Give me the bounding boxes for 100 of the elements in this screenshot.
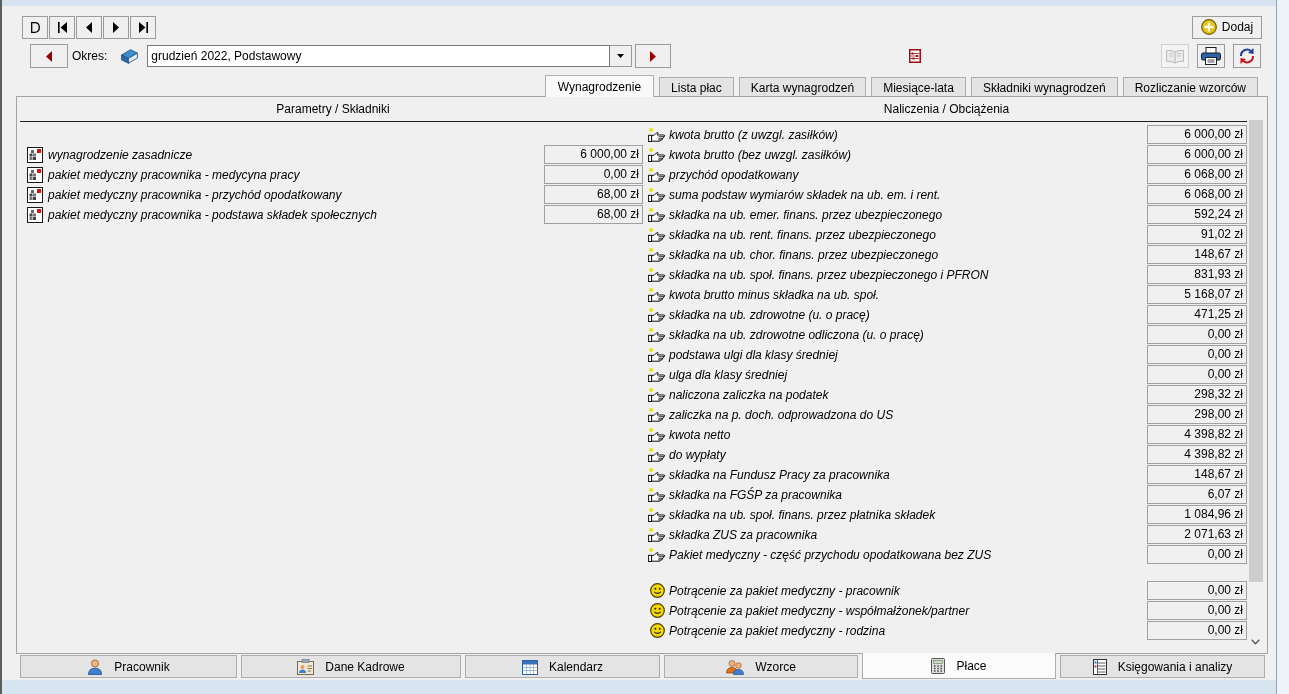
period-label: Okres: [72, 49, 108, 63]
skip-end-icon [138, 21, 148, 33]
triangle-right-icon [650, 50, 657, 62]
component-label: pakiet medyczny pracownika - przychód opodatkowany [48, 187, 342, 202]
hand-icon [648, 387, 666, 402]
charge-label: składka na ub. społ. finans. przez płatnika składek [669, 507, 936, 522]
hand-icon [648, 547, 666, 562]
component-icon [27, 166, 43, 183]
charge-label: kwota brutto (bez uwzgl. zasiłków) [669, 147, 852, 162]
module-tab[interactable]: Pracownik [20, 655, 237, 678]
charge-label: zaliczka na p. doch. odprowadzona do US [669, 407, 894, 422]
amount-field: 0,00 zł [1147, 545, 1247, 564]
next-period-button[interactable] [635, 44, 672, 68]
scrollbar-thumb[interactable] [1248, 120, 1263, 582]
smiley-icon [650, 623, 665, 638]
amount-field: 6 068,00 zł [1147, 165, 1247, 184]
charge-label: składka na FGŚP za pracownika [669, 487, 842, 502]
charge-label: kwota brutto minus składka na ub. społ. [669, 287, 880, 302]
hand-icon [648, 347, 666, 362]
first-record-button[interactable] [49, 15, 75, 39]
amount-field: 0,00 zł [1147, 621, 1247, 640]
smiley-icon [650, 583, 665, 598]
caret-down-icon [617, 54, 625, 58]
refresh-button[interactable] [1233, 44, 1261, 68]
triangle-left-icon [86, 21, 92, 33]
amount-field: 4 398,82 zł [1147, 425, 1247, 444]
hand-icon [648, 427, 666, 442]
amount-field: 831,93 zł [1147, 265, 1247, 284]
chevron-down-icon[interactable] [1251, 639, 1260, 645]
amount-field: 148,67 zł [1147, 245, 1247, 264]
amount-field: 6 068,00 zł [1147, 185, 1247, 204]
amount-field: 0,00 zł [1147, 581, 1247, 600]
add-button[interactable]: Dodaj [1192, 15, 1262, 39]
module-tab[interactable]: Dane Kadrowe [241, 655, 461, 678]
tab[interactable]: Miesiące-lata [871, 77, 966, 97]
amount-field: 0,00 zł [1147, 345, 1247, 364]
refresh-icon [1238, 47, 1256, 65]
new-record-button[interactable] [22, 15, 48, 39]
charge-label: składka ZUS za pracownika [669, 527, 818, 542]
amount-field: 1 084,96 zł [1147, 505, 1247, 524]
tab[interactable]: Składniki wynagrodzeń [970, 77, 1118, 97]
period-field[interactable]: grudzień 2022, Podstawowy [147, 45, 611, 67]
component-label: pakiet medyczny pracownika - medycyna pracy [48, 167, 300, 182]
charge-label: suma podstaw wymiarów składek na ub. em. i rent. [669, 187, 941, 202]
hand-icon [648, 207, 666, 222]
hand-icon [648, 487, 666, 502]
id-card-icon [297, 658, 315, 675]
print-button[interactable] [1197, 44, 1225, 68]
hand-icon [648, 467, 666, 482]
amount-field: 91,02 zł [1147, 225, 1247, 244]
hand-icon [648, 327, 666, 342]
column-header: Naliczenia / Obciążenia [883, 102, 1010, 116]
charge-label: składka na ub. emer. finans. przez ubezpieczonego [669, 207, 943, 222]
charge-label: składka na ub. zdrowotne (u. o pracę) [669, 307, 870, 322]
component-label: wynagrodzenie zasadnicze [48, 147, 193, 162]
charge-label: składka na Fundusz Pracy za pracownika [669, 467, 890, 482]
amount-field: 471,25 zł [1147, 305, 1247, 324]
calculator-icon [931, 657, 946, 674]
tab[interactable]: Wynagrodzenie [544, 75, 655, 97]
ledger-icon [1092, 658, 1107, 675]
charge-label: Potrącenie za pakiet medyczny - współmałżonek/partner [669, 603, 970, 618]
charge-label: składka na ub. chor. finans. przez ubezpieczonego [669, 247, 939, 262]
previous-record-button[interactable] [76, 15, 102, 39]
charge-label: podstawa ulgi dla klasy średniej [669, 347, 838, 362]
charge-label: składka na ub. rent. finans. przez ubezpieczonego [669, 227, 936, 242]
amount-field: 2 071,63 zł [1147, 525, 1247, 544]
amount-field: 148,67 zł [1147, 465, 1247, 484]
hand-icon [648, 407, 666, 422]
hand-icon [648, 187, 666, 202]
amount-field: 0,00 zł [544, 165, 643, 184]
smiley-icon [650, 603, 665, 618]
tab[interactable]: Rozliczanie wzorców [1122, 77, 1258, 97]
hand-icon [648, 307, 666, 322]
module-tab[interactable]: Płace [862, 653, 1056, 679]
hand-icon [648, 287, 666, 302]
amount-field: 68,00 zł [544, 185, 643, 204]
charge-label: naliczona zaliczka na podatek [669, 387, 829, 402]
module-tab[interactable]: Kalendarz [465, 655, 660, 678]
skip-start-icon [57, 21, 67, 33]
amount-field: 68,00 zł [544, 205, 643, 224]
hand-icon [648, 267, 666, 282]
open-book-icon [1166, 48, 1184, 64]
module-tab[interactable]: Wzorce [664, 655, 858, 678]
tab[interactable]: Lista płac [659, 77, 734, 97]
charge-label: kwota brutto (z uwzgl. zasiłków) [669, 127, 838, 142]
amount-field: 298,00 zł [1147, 405, 1247, 424]
charge-label: kwota netto [669, 427, 731, 442]
tab[interactable]: Karta wynagrodzeń [738, 77, 867, 97]
person-icon [87, 658, 104, 675]
hand-icon [648, 367, 666, 382]
previous-period-button[interactable] [30, 44, 68, 68]
amount-field: 0,00 zł [1147, 601, 1247, 620]
column-header: Parametry / Składniki [276, 102, 390, 116]
module-tab[interactable]: Księgowania i analizy [1060, 655, 1265, 678]
component-icon [27, 186, 43, 203]
amount-field: 592,24 zł [1147, 205, 1247, 224]
next-record-button[interactable] [103, 15, 129, 39]
amount-field: 5 168,07 zł [1147, 285, 1247, 304]
last-record-button[interactable] [130, 15, 156, 39]
dropdown-button[interactable] [610, 45, 633, 67]
